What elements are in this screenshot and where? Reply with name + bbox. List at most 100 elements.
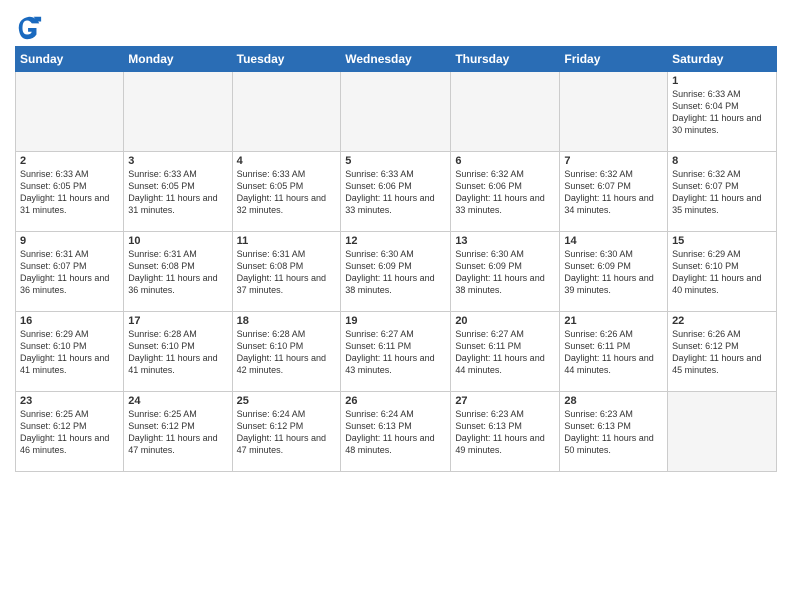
week-row-2: 2Sunrise: 6:33 AM Sunset: 6:05 PM Daylig… (16, 152, 777, 232)
day-number: 16 (20, 315, 119, 327)
calendar-cell: 19Sunrise: 6:27 AM Sunset: 6:11 PM Dayli… (341, 312, 451, 392)
calendar-cell: 11Sunrise: 6:31 AM Sunset: 6:08 PM Dayli… (232, 232, 341, 312)
logo-icon (15, 14, 43, 42)
day-info: Sunrise: 6:30 AM Sunset: 6:09 PM Dayligh… (564, 248, 663, 297)
calendar-cell: 18Sunrise: 6:28 AM Sunset: 6:10 PM Dayli… (232, 312, 341, 392)
day-number: 20 (455, 315, 555, 327)
weekday-wednesday: Wednesday (341, 47, 451, 72)
calendar-cell: 17Sunrise: 6:28 AM Sunset: 6:10 PM Dayli… (124, 312, 232, 392)
day-number: 15 (672, 235, 772, 247)
week-row-1: 1Sunrise: 6:33 AM Sunset: 6:04 PM Daylig… (16, 72, 777, 152)
calendar-cell: 27Sunrise: 6:23 AM Sunset: 6:13 PM Dayli… (451, 392, 560, 472)
day-info: Sunrise: 6:27 AM Sunset: 6:11 PM Dayligh… (455, 328, 555, 377)
day-number: 6 (455, 155, 555, 167)
day-info: Sunrise: 6:32 AM Sunset: 6:06 PM Dayligh… (455, 168, 555, 217)
calendar-cell (560, 72, 668, 152)
day-info: Sunrise: 6:29 AM Sunset: 6:10 PM Dayligh… (672, 248, 772, 297)
calendar-cell: 14Sunrise: 6:30 AM Sunset: 6:09 PM Dayli… (560, 232, 668, 312)
day-number: 18 (237, 315, 337, 327)
day-number: 19 (345, 315, 446, 327)
day-info: Sunrise: 6:26 AM Sunset: 6:12 PM Dayligh… (672, 328, 772, 377)
calendar-cell (668, 392, 777, 472)
day-info: Sunrise: 6:25 AM Sunset: 6:12 PM Dayligh… (20, 408, 119, 457)
day-info: Sunrise: 6:24 AM Sunset: 6:12 PM Dayligh… (237, 408, 337, 457)
calendar-cell: 8Sunrise: 6:32 AM Sunset: 6:07 PM Daylig… (668, 152, 777, 232)
calendar-cell: 12Sunrise: 6:30 AM Sunset: 6:09 PM Dayli… (341, 232, 451, 312)
day-number: 10 (128, 235, 227, 247)
calendar-cell: 28Sunrise: 6:23 AM Sunset: 6:13 PM Dayli… (560, 392, 668, 472)
day-info: Sunrise: 6:33 AM Sunset: 6:05 PM Dayligh… (20, 168, 119, 217)
calendar-cell: 20Sunrise: 6:27 AM Sunset: 6:11 PM Dayli… (451, 312, 560, 392)
calendar-table: SundayMondayTuesdayWednesdayThursdayFrid… (15, 46, 777, 472)
calendar-cell (451, 72, 560, 152)
calendar-cell: 22Sunrise: 6:26 AM Sunset: 6:12 PM Dayli… (668, 312, 777, 392)
day-number: 3 (128, 155, 227, 167)
calendar-cell: 15Sunrise: 6:29 AM Sunset: 6:10 PM Dayli… (668, 232, 777, 312)
calendar-cell: 1Sunrise: 6:33 AM Sunset: 6:04 PM Daylig… (668, 72, 777, 152)
day-number: 11 (237, 235, 337, 247)
day-number: 4 (237, 155, 337, 167)
day-number: 17 (128, 315, 227, 327)
calendar-cell: 16Sunrise: 6:29 AM Sunset: 6:10 PM Dayli… (16, 312, 124, 392)
day-info: Sunrise: 6:29 AM Sunset: 6:10 PM Dayligh… (20, 328, 119, 377)
day-info: Sunrise: 6:32 AM Sunset: 6:07 PM Dayligh… (672, 168, 772, 217)
day-info: Sunrise: 6:30 AM Sunset: 6:09 PM Dayligh… (455, 248, 555, 297)
weekday-saturday: Saturday (668, 47, 777, 72)
day-info: Sunrise: 6:30 AM Sunset: 6:09 PM Dayligh… (345, 248, 446, 297)
day-number: 8 (672, 155, 772, 167)
week-row-4: 16Sunrise: 6:29 AM Sunset: 6:10 PM Dayli… (16, 312, 777, 392)
day-info: Sunrise: 6:31 AM Sunset: 6:08 PM Dayligh… (128, 248, 227, 297)
page-container: SundayMondayTuesdayWednesdayThursdayFrid… (0, 0, 792, 482)
day-info: Sunrise: 6:26 AM Sunset: 6:11 PM Dayligh… (564, 328, 663, 377)
day-number: 25 (237, 395, 337, 407)
day-number: 23 (20, 395, 119, 407)
calendar-cell (341, 72, 451, 152)
calendar-cell: 9Sunrise: 6:31 AM Sunset: 6:07 PM Daylig… (16, 232, 124, 312)
calendar-cell: 3Sunrise: 6:33 AM Sunset: 6:05 PM Daylig… (124, 152, 232, 232)
calendar-cell: 10Sunrise: 6:31 AM Sunset: 6:08 PM Dayli… (124, 232, 232, 312)
calendar-cell: 21Sunrise: 6:26 AM Sunset: 6:11 PM Dayli… (560, 312, 668, 392)
week-row-3: 9Sunrise: 6:31 AM Sunset: 6:07 PM Daylig… (16, 232, 777, 312)
day-number: 24 (128, 395, 227, 407)
day-info: Sunrise: 6:23 AM Sunset: 6:13 PM Dayligh… (564, 408, 663, 457)
day-info: Sunrise: 6:33 AM Sunset: 6:06 PM Dayligh… (345, 168, 446, 217)
calendar-cell (232, 72, 341, 152)
calendar-cell: 4Sunrise: 6:33 AM Sunset: 6:05 PM Daylig… (232, 152, 341, 232)
day-number: 27 (455, 395, 555, 407)
calendar-cell: 6Sunrise: 6:32 AM Sunset: 6:06 PM Daylig… (451, 152, 560, 232)
day-number: 26 (345, 395, 446, 407)
header (15, 10, 777, 42)
day-info: Sunrise: 6:31 AM Sunset: 6:08 PM Dayligh… (237, 248, 337, 297)
day-info: Sunrise: 6:33 AM Sunset: 6:04 PM Dayligh… (672, 88, 772, 137)
day-number: 2 (20, 155, 119, 167)
day-number: 28 (564, 395, 663, 407)
day-info: Sunrise: 6:31 AM Sunset: 6:07 PM Dayligh… (20, 248, 119, 297)
weekday-header-row: SundayMondayTuesdayWednesdayThursdayFrid… (16, 47, 777, 72)
day-number: 14 (564, 235, 663, 247)
weekday-friday: Friday (560, 47, 668, 72)
day-number: 7 (564, 155, 663, 167)
day-info: Sunrise: 6:25 AM Sunset: 6:12 PM Dayligh… (128, 408, 227, 457)
calendar-cell: 2Sunrise: 6:33 AM Sunset: 6:05 PM Daylig… (16, 152, 124, 232)
day-number: 21 (564, 315, 663, 327)
day-number: 22 (672, 315, 772, 327)
day-number: 1 (672, 75, 772, 87)
calendar-cell: 23Sunrise: 6:25 AM Sunset: 6:12 PM Dayli… (16, 392, 124, 472)
day-info: Sunrise: 6:33 AM Sunset: 6:05 PM Dayligh… (237, 168, 337, 217)
day-info: Sunrise: 6:32 AM Sunset: 6:07 PM Dayligh… (564, 168, 663, 217)
calendar-cell: 25Sunrise: 6:24 AM Sunset: 6:12 PM Dayli… (232, 392, 341, 472)
weekday-monday: Monday (124, 47, 232, 72)
weekday-tuesday: Tuesday (232, 47, 341, 72)
calendar-cell: 26Sunrise: 6:24 AM Sunset: 6:13 PM Dayli… (341, 392, 451, 472)
calendar-cell (124, 72, 232, 152)
calendar-cell (16, 72, 124, 152)
day-info: Sunrise: 6:28 AM Sunset: 6:10 PM Dayligh… (237, 328, 337, 377)
calendar-cell: 24Sunrise: 6:25 AM Sunset: 6:12 PM Dayli… (124, 392, 232, 472)
day-number: 12 (345, 235, 446, 247)
logo (15, 14, 45, 42)
weekday-sunday: Sunday (16, 47, 124, 72)
day-info: Sunrise: 6:27 AM Sunset: 6:11 PM Dayligh… (345, 328, 446, 377)
day-info: Sunrise: 6:33 AM Sunset: 6:05 PM Dayligh… (128, 168, 227, 217)
weekday-thursday: Thursday (451, 47, 560, 72)
week-row-5: 23Sunrise: 6:25 AM Sunset: 6:12 PM Dayli… (16, 392, 777, 472)
